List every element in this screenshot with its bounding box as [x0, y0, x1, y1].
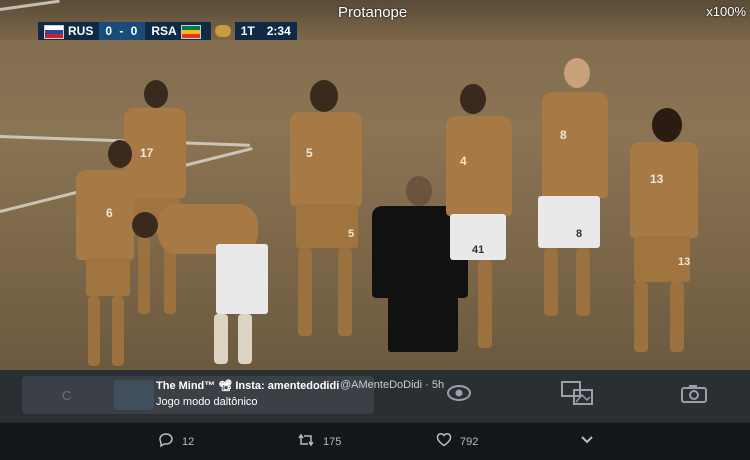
tweet-handle[interactable]: @AMenteDoDidi · 5h	[340, 379, 444, 391]
match-period: 1T	[234, 22, 261, 40]
match-clock: 2:34	[260, 22, 297, 40]
eye-icon[interactable]	[446, 384, 472, 408]
jersey-number: 17	[140, 146, 154, 160]
retweet-icon	[297, 432, 315, 452]
reply-icon	[158, 432, 174, 452]
retweet-count: 175	[323, 436, 342, 448]
more-button[interactable]	[580, 432, 594, 449]
video-frame[interactable]: 17 6 5 5 4 41 8 8 13 13 RUS 0 - 0 RSA 1T…	[0, 0, 750, 370]
home-team: RUS	[38, 22, 100, 40]
ghost-letter: C	[62, 388, 72, 403]
reply-count: 12	[182, 436, 195, 448]
chevron-down-icon	[580, 432, 594, 449]
tweet-text: Jogo modo daltônico	[156, 396, 258, 408]
gallery-icon[interactable]	[560, 380, 596, 412]
reply-button[interactable]: 12	[158, 432, 194, 452]
retweet-button[interactable]: 175	[297, 432, 341, 452]
ghost-box	[114, 380, 154, 410]
jersey-number: 13	[650, 172, 664, 186]
player-bending	[128, 200, 278, 370]
player-8: 8 8	[530, 58, 614, 324]
tweet-author[interactable]: The Mind™ 📽 Insta: amentedodidi	[156, 379, 339, 392]
shorts-number: 8	[576, 228, 583, 240]
jersey-number: 5	[306, 146, 313, 160]
heart-icon	[436, 432, 452, 451]
like-count: 792	[460, 435, 479, 448]
score: 0 - 0	[99, 22, 146, 40]
shorts-number: 5	[348, 228, 355, 240]
shorts-number: 13	[678, 256, 691, 268]
jersey-number: 4	[460, 154, 467, 168]
scorebug: RUS 0 - 0 RSA 1T 2:34	[38, 22, 297, 40]
russia-flag-icon	[44, 24, 64, 39]
player-5: 5 5	[286, 80, 366, 340]
like-button[interactable]: 792	[436, 432, 478, 451]
player-4: 4 41	[440, 84, 518, 354]
camera-icon[interactable]	[680, 384, 708, 410]
shorts-number: 41	[472, 244, 485, 256]
jersey-number: 8	[560, 128, 567, 142]
ball-icon	[214, 25, 231, 37]
away-team: RSA	[145, 22, 211, 40]
tweet-action-bar	[0, 422, 750, 460]
filter-label: Protanope	[338, 4, 408, 21]
south-africa-flag-icon	[180, 24, 201, 39]
player-13: 13 13	[624, 108, 704, 358]
zoom-label: x100%	[706, 4, 746, 19]
jersey-number: 6	[106, 206, 113, 220]
